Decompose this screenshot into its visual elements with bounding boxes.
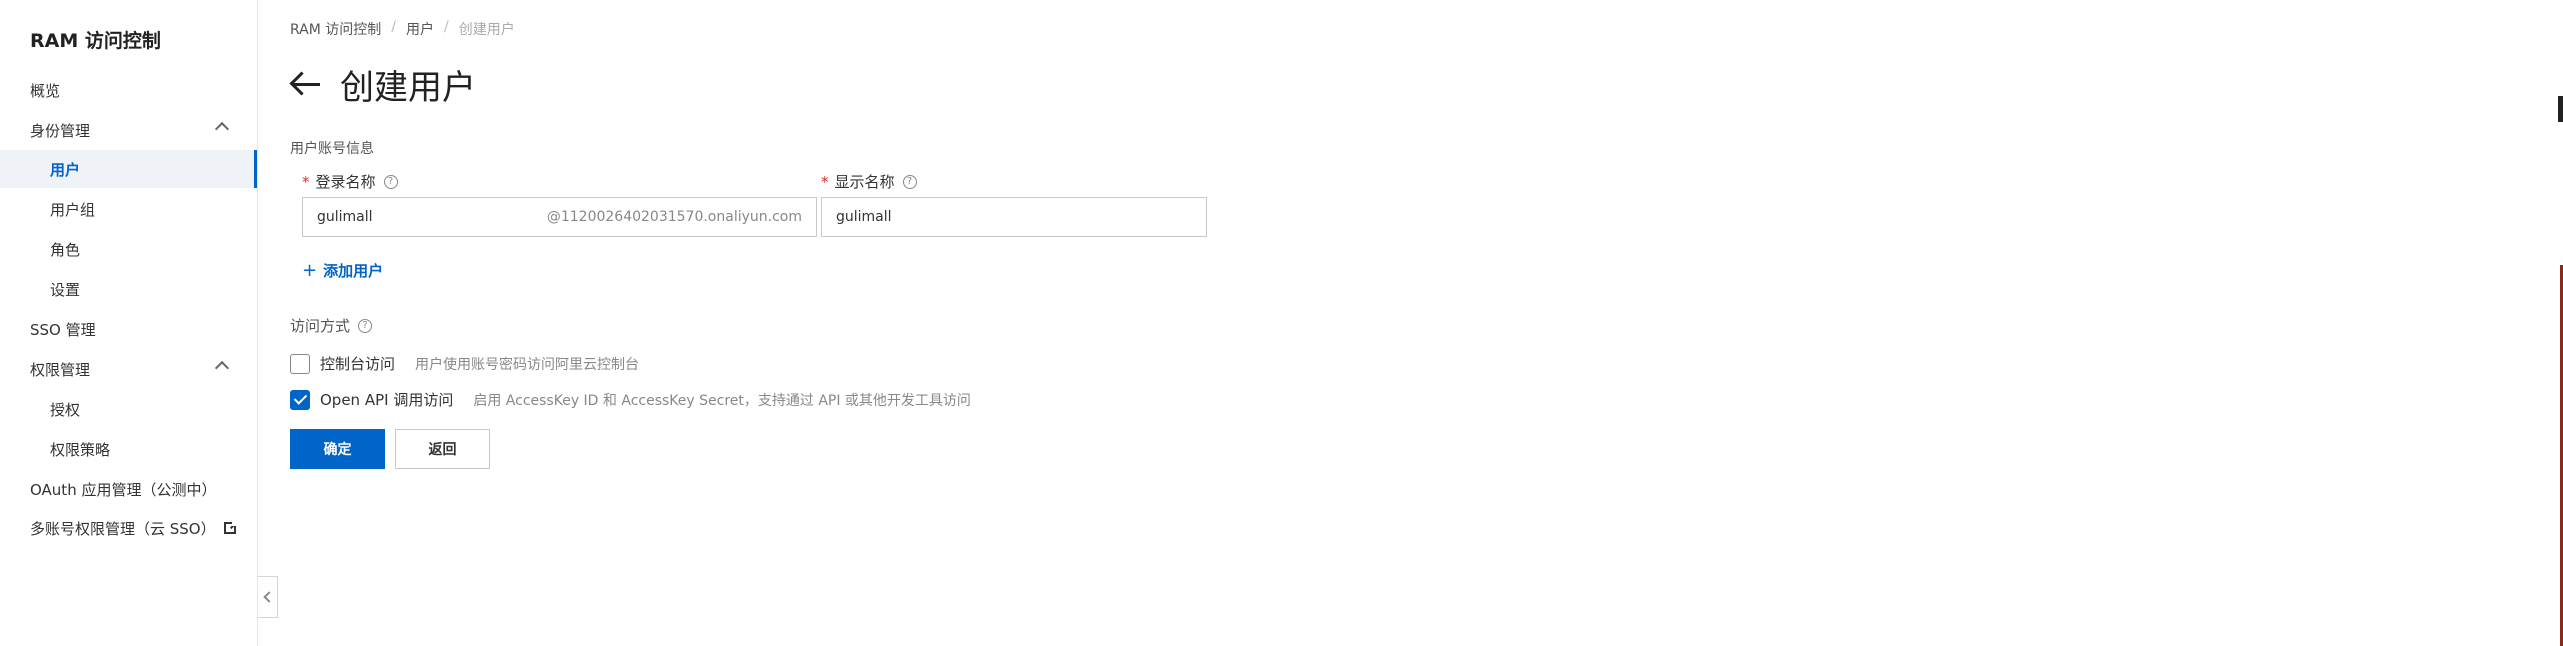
display-name-value: gulimall [836, 209, 892, 225]
chevron-up-icon [214, 360, 230, 376]
back-button[interactable]: 返回 [395, 429, 490, 469]
sidebar: RAM 访问控制 概览 身份管理 用户 用户组 角色 设置 SSO 管理 权限管… [0, 0, 258, 646]
breadcrumb-separator: / [444, 19, 449, 35]
help-icon[interactable]: ? [358, 318, 373, 333]
page-header: 创建用户 [289, 60, 476, 109]
breadcrumb-separator: / [391, 19, 396, 35]
sidebar-item-grants[interactable]: 授权 [0, 390, 257, 428]
chevron-up-icon [214, 121, 230, 137]
sidebar-item-label: 权限管理 [30, 360, 91, 379]
sidebar-item-label: 用户组 [50, 200, 96, 219]
api-access-label: Open API 调用访问 [320, 391, 454, 409]
help-icon[interactable]: ? [383, 174, 398, 189]
display-name-label: * 显示名称 ? [821, 171, 917, 192]
sidebar-group-identity[interactable]: 身份管理 [0, 111, 257, 149]
sidebar-item-label: SSO 管理 [30, 320, 96, 339]
login-name-label: * 登录名称 ? [302, 171, 398, 192]
sidebar-item-label: 多账号权限管理（云 SSO） [30, 519, 216, 538]
api-access-desc: 启用 AccessKey ID 和 AccessKey Secret，支持通过 … [473, 392, 971, 409]
display-name-label-text: 显示名称 [834, 173, 895, 191]
help-icon[interactable]: ? [902, 174, 917, 189]
sidebar-title: RAM 访问控制 [30, 30, 161, 52]
sidebar-item-label: 身份管理 [30, 121, 91, 140]
back-arrow-icon[interactable] [289, 70, 320, 98]
sidebar-group-permissions[interactable]: 权限管理 [0, 350, 257, 388]
sidebar-item-label: 权限策略 [50, 440, 111, 459]
login-name-suffix: @1120026402031570.onaliyun.com [546, 209, 802, 225]
api-access-option[interactable]: Open API 调用访问 启用 AccessKey ID 和 AccessKe… [290, 389, 971, 410]
sidebar-item-label: 用户 [50, 160, 81, 179]
sidebar-item-label: 概览 [30, 81, 61, 100]
chevron-left-icon [263, 591, 275, 603]
breadcrumb-item-ram[interactable]: RAM 访问控制 [290, 19, 381, 39]
access-method-label: 访问方式 ? [290, 315, 373, 336]
access-method-label-text: 访问方式 [290, 317, 351, 335]
sidebar-item-label: 授权 [50, 400, 81, 419]
scrollbar-thumb[interactable] [2558, 96, 2563, 122]
console-access-label: 控制台访问 [320, 355, 396, 373]
external-link-icon [223, 520, 238, 534]
sidebar-item-cloud-sso[interactable]: 多账号权限管理（云 SSO） [0, 509, 257, 547]
breadcrumb: RAM 访问控制 / 用户 / 创建用户 [290, 19, 515, 39]
add-user-button[interactable]: + 添加用户 [302, 260, 383, 281]
api-access-checkbox[interactable] [290, 389, 310, 410]
sidebar-item-sso[interactable]: SSO 管理 [0, 310, 257, 348]
sidebar-item-overview[interactable]: 概览 [0, 71, 257, 109]
console-access-checkbox[interactable] [290, 353, 310, 374]
sidebar-item-policies[interactable]: 权限策略 [0, 430, 257, 468]
page-title: 创建用户 [340, 68, 476, 108]
sidebar-item-user-groups[interactable]: 用户组 [0, 190, 257, 228]
required-asterisk: * [821, 172, 829, 191]
sidebar-item-roles[interactable]: 角色 [0, 230, 257, 268]
console-access-desc: 用户使用账号密码访问阿里云控制台 [415, 356, 640, 373]
plus-icon: + [302, 260, 318, 281]
sidebar-collapse-button[interactable] [258, 576, 278, 618]
sidebar-item-label: OAuth 应用管理（公测中） [30, 480, 217, 499]
sidebar-item-settings[interactable]: 设置 [0, 270, 257, 308]
login-name-label-text: 登录名称 [315, 173, 376, 191]
confirm-button[interactable]: 确定 [290, 429, 385, 469]
login-name-field[interactable]: gulimall @1120026402031570.onaliyun.com [302, 197, 817, 237]
display-name-field[interactable]: gulimall [821, 197, 1207, 237]
section-label: 用户账号信息 [290, 141, 374, 157]
required-asterisk: * [302, 172, 310, 191]
login-name-value: gulimall [317, 209, 373, 225]
sidebar-item-label: 角色 [50, 240, 81, 259]
console-access-option[interactable]: 控制台访问 用户使用账号密码访问阿里云控制台 [290, 353, 639, 374]
breadcrumb-item-current: 创建用户 [458, 22, 515, 38]
sidebar-item-label: 设置 [50, 280, 81, 299]
sidebar-item-oauth[interactable]: OAuth 应用管理（公测中） [0, 470, 257, 508]
sidebar-item-users[interactable]: 用户 [0, 150, 257, 188]
add-user-label: 添加用户 [323, 262, 384, 280]
breadcrumb-item-users[interactable]: 用户 [406, 19, 434, 39]
